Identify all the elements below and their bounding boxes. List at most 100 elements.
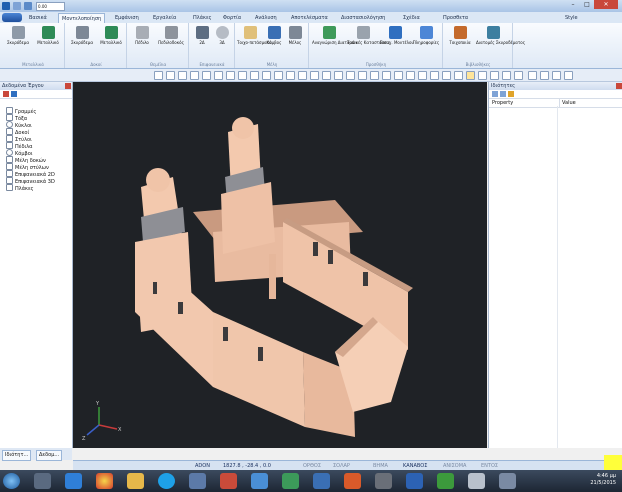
redo-icon[interactable] xyxy=(540,71,549,80)
masonry-button[interactable]: Τοιχοποιία xyxy=(446,26,474,45)
scale-tool-icon[interactable] xyxy=(334,71,343,80)
tab-tools[interactable]: Εργαλεία xyxy=(150,13,179,23)
mirror-tool-icon[interactable] xyxy=(250,71,259,80)
toggle-anisotropic[interactable]: ΑΝΙΣΟΜΑ xyxy=(443,462,466,470)
toggle-grid[interactable]: ΚΑΝΑΒΟΣ xyxy=(403,462,427,470)
shade-icon[interactable] xyxy=(490,71,499,80)
taskbar-app-icon[interactable] xyxy=(468,473,485,489)
taskbar-app-icon[interactable] xyxy=(313,473,330,489)
tree-item-surfaces-3d[interactable]: Επιφανειακά 3D xyxy=(6,177,55,185)
arc-tool-icon[interactable] xyxy=(178,71,187,80)
level-combo[interactable]: 0.00 xyxy=(36,2,65,11)
tree-item-columns[interactable]: Στύλοι xyxy=(6,135,32,143)
app-icon[interactable] xyxy=(2,2,10,10)
taskbar-app-icon[interactable] xyxy=(220,473,237,489)
taskbar-app-icon[interactable] xyxy=(344,473,361,489)
taskbar-app-icon[interactable] xyxy=(499,473,516,489)
concrete-sections-button[interactable]: Διατομές Σκυροδέματος xyxy=(476,26,525,45)
toggle-polar[interactable]: ΣΟΛΑΡ xyxy=(333,462,350,470)
tab-slabs[interactable]: Πλάκες xyxy=(190,13,215,23)
chrome-icon[interactable] xyxy=(96,473,113,489)
taskbar-app-icon[interactable] xyxy=(437,473,454,489)
trim-tool-icon[interactable] xyxy=(262,71,271,80)
stretch-tool-icon[interactable] xyxy=(346,71,355,80)
erase-tool-icon[interactable] xyxy=(322,71,331,80)
wall-panels-button[interactable]: Τοιχο-πετάσματα xyxy=(237,26,272,45)
surface-2d-button[interactable]: 2Δ xyxy=(192,26,212,45)
taskbar-app-icon[interactable] xyxy=(282,473,299,489)
tree-item-lines[interactable]: Γραμμές xyxy=(6,107,36,115)
rotate-tool-icon[interactable] xyxy=(238,71,247,80)
toggle-step[interactable]: ΒΗΜΑ xyxy=(373,462,388,470)
tab-loads[interactable]: Φορτία xyxy=(220,13,244,23)
render-icon[interactable] xyxy=(478,71,487,80)
footing-button[interactable]: Πέδιλο xyxy=(130,26,154,45)
steel-beam-button[interactable]: Μεταλλικό xyxy=(97,26,125,45)
taskbar-app-icon[interactable] xyxy=(34,473,51,489)
array-tool-icon[interactable] xyxy=(358,71,367,80)
member-button[interactable]: Μέλος xyxy=(285,26,305,45)
view-3d-icon[interactable] xyxy=(454,71,463,80)
zoom-in-icon[interactable] xyxy=(382,71,391,80)
tree-item-nodes[interactable]: Κόμβοι xyxy=(6,149,32,157)
concrete-beam-button[interactable]: Σκυρόδεμα xyxy=(68,26,96,45)
surface-3d-button[interactable]: 3Δ xyxy=(212,26,232,45)
categorized-icon[interactable] xyxy=(492,91,498,97)
copy-tool-icon[interactable] xyxy=(214,71,223,80)
maximize-button[interactable]: □ xyxy=(580,0,594,9)
strip-footing-button[interactable]: Πεδιλοδοκός xyxy=(155,26,187,45)
tree-item-surfaces-2d[interactable]: Επιφανειακά 2D xyxy=(6,170,55,178)
move-tool-icon[interactable] xyxy=(226,71,235,80)
tree-item-footings[interactable]: Πέδιλα xyxy=(6,142,32,150)
delete-icon[interactable] xyxy=(552,71,561,80)
tab-view[interactable]: Εμφάνιση xyxy=(112,13,142,23)
tree-item-beams[interactable]: Δοκοί xyxy=(6,128,29,136)
minimize-button[interactable]: – xyxy=(566,0,580,9)
tab-drawings[interactable]: Σχέδια xyxy=(400,13,423,23)
fillet-tool-icon[interactable] xyxy=(298,71,307,80)
edit-icon[interactable] xyxy=(508,91,514,97)
app-menu-button[interactable] xyxy=(2,13,22,22)
taskbar-app-icon[interactable] xyxy=(189,473,206,489)
pan-icon[interactable] xyxy=(430,71,439,80)
tab-data[interactable]: Δεδομ... xyxy=(36,450,63,461)
toggle-inside[interactable]: ΕΝΤΟΣ xyxy=(481,462,498,470)
local-conditions-button[interactable]: Τοπικές Καταστάσεις xyxy=(347,26,390,45)
toggle-ortho[interactable]: ΟΡΘΟΣ xyxy=(303,462,321,470)
ie-icon[interactable] xyxy=(65,473,82,489)
orbit-icon[interactable] xyxy=(442,71,451,80)
skype-icon[interactable] xyxy=(158,473,175,489)
save-icon[interactable] xyxy=(13,2,21,10)
extend-tool-icon[interactable] xyxy=(274,71,283,80)
tab-addons[interactable]: Προσθετα xyxy=(440,13,471,23)
start-button[interactable] xyxy=(3,473,20,489)
eraser-icon[interactable] xyxy=(564,71,573,80)
undo-icon[interactable] xyxy=(528,71,537,80)
tree-item-column-members[interactable]: Μέλη στύλων xyxy=(6,163,49,171)
steel-column-button[interactable]: Μεταλλικό xyxy=(34,26,62,45)
undo-icon[interactable] xyxy=(24,2,32,10)
tab-analysis[interactable]: Ανάλυση xyxy=(252,13,280,23)
folder-icon[interactable] xyxy=(127,473,144,489)
building-model[interactable]: X Y Z xyxy=(73,82,487,448)
3d-viewport[interactable]: X Y Z xyxy=(73,82,487,448)
panel-close-icon[interactable] xyxy=(65,83,71,89)
filter-icon[interactable] xyxy=(3,91,9,97)
break-tool-icon[interactable] xyxy=(310,71,319,80)
tree-item-circles[interactable]: Κύκλοι xyxy=(6,121,32,129)
select-icon[interactable] xyxy=(466,71,475,80)
info-button[interactable]: Πληροφορίες xyxy=(411,26,441,45)
sort-icon[interactable] xyxy=(11,91,17,97)
section-recognition-button[interactable]: Αναγνώριση Διατομών xyxy=(312,26,358,45)
system-clock[interactable]: 4:46 μμ 21/5/2015 xyxy=(590,473,616,487)
circle-tool-icon[interactable] xyxy=(190,71,199,80)
tree-item-slabs[interactable]: Πλάκες xyxy=(6,184,34,192)
tree-item-arcs[interactable]: Τόξα xyxy=(6,114,27,122)
wireframe-icon[interactable] xyxy=(514,71,523,80)
zoom-extents-icon[interactable] xyxy=(418,71,427,80)
close-button[interactable]: ✕ xyxy=(594,0,618,9)
polyline-tool-icon[interactable] xyxy=(166,71,175,80)
tab-design[interactable]: Διαστασιολόγηση xyxy=(338,13,388,23)
hide-icon[interactable] xyxy=(502,71,511,80)
line-tool-icon[interactable] xyxy=(154,71,163,80)
